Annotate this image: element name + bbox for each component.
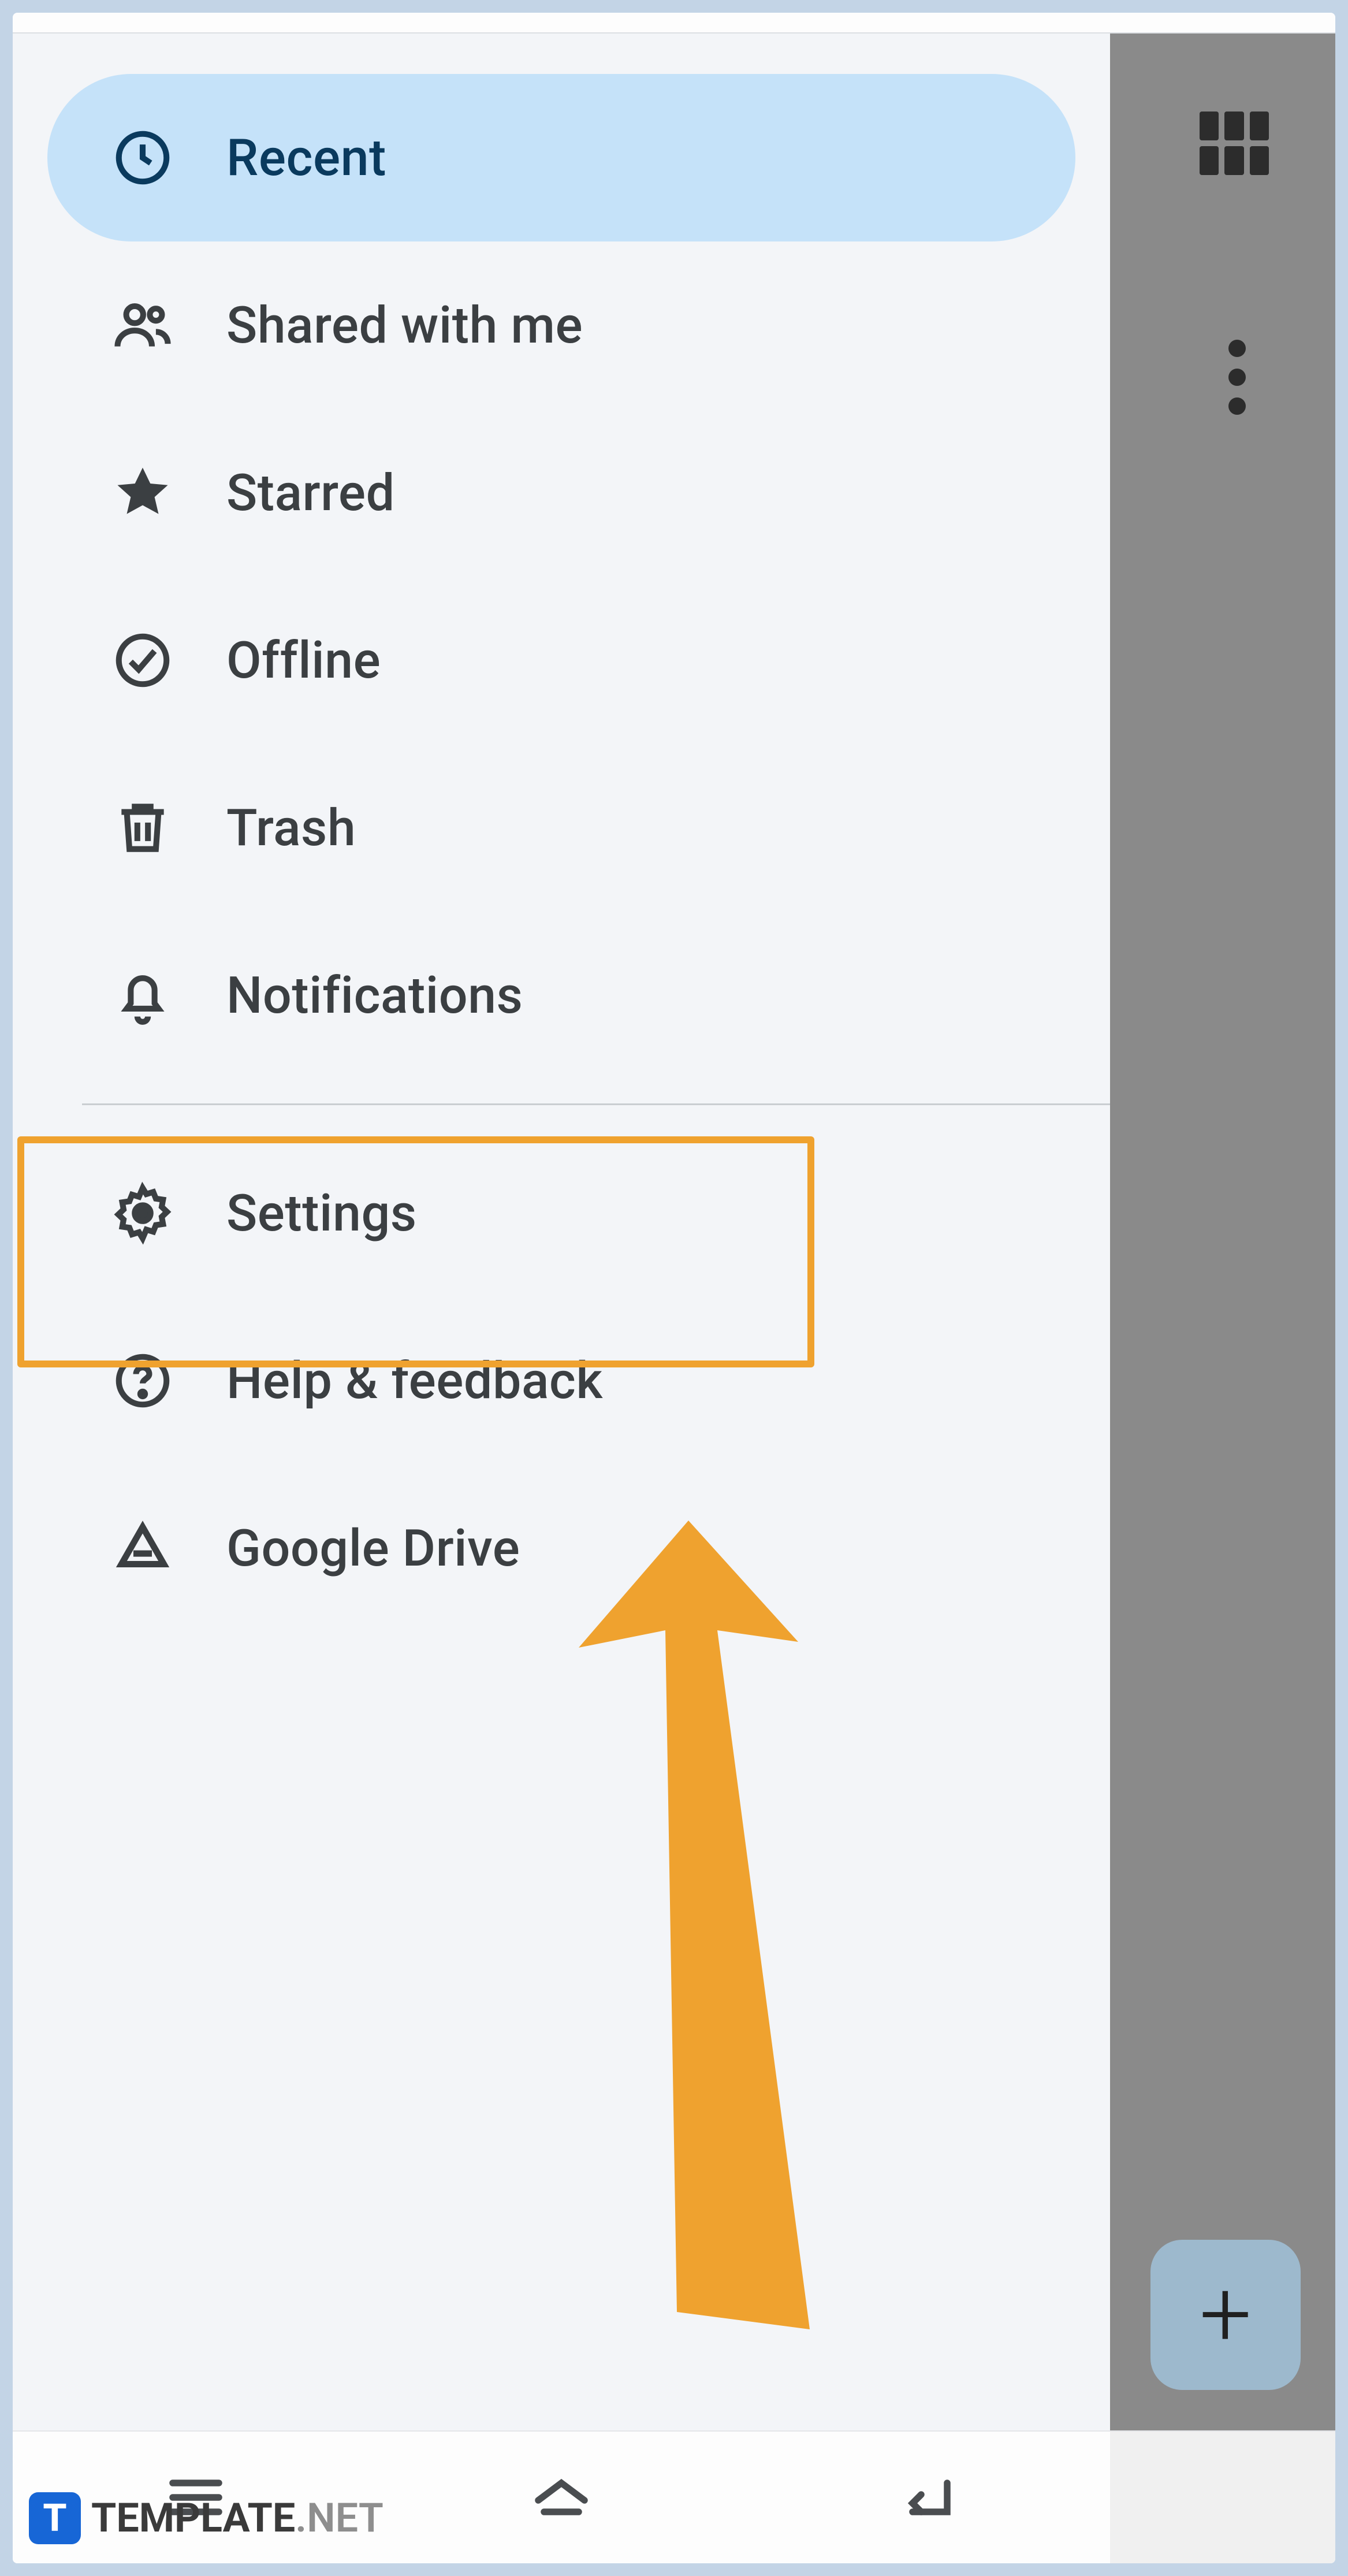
nav-bar-edge bbox=[1110, 2432, 1335, 2563]
nav-item-label: Google Drive bbox=[226, 1519, 520, 1578]
nav-item-starred[interactable]: Starred bbox=[47, 409, 1075, 577]
clock-icon bbox=[111, 126, 174, 189]
nav-item-label: Offline bbox=[226, 631, 381, 690]
watermark-text: TEMPLATE.NET bbox=[91, 2495, 383, 2542]
watermark-badge: T bbox=[29, 2492, 81, 2544]
drawer-divider bbox=[82, 1103, 1110, 1105]
grid-view-icon[interactable] bbox=[1200, 111, 1269, 175]
nav-item-label: Help & feedback bbox=[226, 1351, 603, 1411]
nav-item-label: Settings bbox=[226, 1184, 417, 1243]
nav-item-label: Shared with me bbox=[226, 296, 583, 355]
nav-item-trash[interactable]: Trash bbox=[47, 744, 1075, 912]
bell-icon bbox=[111, 964, 174, 1027]
nav-item-notifications[interactable]: Notifications bbox=[47, 912, 1075, 1079]
screen: + Recent Shared with me Starred bbox=[13, 13, 1335, 2563]
nav-item-shared[interactable]: Shared with me bbox=[47, 241, 1075, 409]
nav-item-label: Notifications bbox=[226, 966, 523, 1025]
gear-icon bbox=[111, 1181, 174, 1245]
nav-item-drive[interactable]: Google Drive bbox=[47, 1464, 1075, 1632]
create-fab[interactable]: + bbox=[1150, 2240, 1301, 2390]
nav-back-button[interactable] bbox=[744, 2432, 1110, 2563]
people-icon bbox=[111, 293, 174, 357]
star-icon bbox=[111, 461, 174, 525]
check-circle-icon bbox=[111, 629, 174, 692]
device-frame: + Recent Shared with me Starred bbox=[0, 0, 1348, 2576]
nav-item-label: Trash bbox=[226, 798, 356, 858]
more-vert-icon[interactable] bbox=[1228, 340, 1246, 415]
nav-item-label: Starred bbox=[226, 463, 395, 523]
trash-icon bbox=[111, 796, 174, 860]
watermark: T TEMPLATE.NET bbox=[29, 2492, 383, 2544]
nav-item-label: Recent bbox=[226, 128, 386, 188]
nav-item-recent[interactable]: Recent bbox=[47, 74, 1075, 241]
nav-item-offline[interactable]: Offline bbox=[47, 577, 1075, 744]
drive-icon bbox=[111, 1516, 174, 1580]
help-icon bbox=[111, 1349, 174, 1412]
background-dimmed-panel bbox=[1110, 34, 1335, 2430]
nav-item-help[interactable]: Help & feedback bbox=[47, 1297, 1075, 1464]
nav-home-button[interactable] bbox=[378, 2432, 744, 2563]
plus-icon: + bbox=[1200, 2269, 1252, 2361]
navigation-drawer: Recent Shared with me Starred Offline bbox=[13, 34, 1110, 2430]
nav-item-settings[interactable]: Settings bbox=[47, 1129, 1075, 1297]
